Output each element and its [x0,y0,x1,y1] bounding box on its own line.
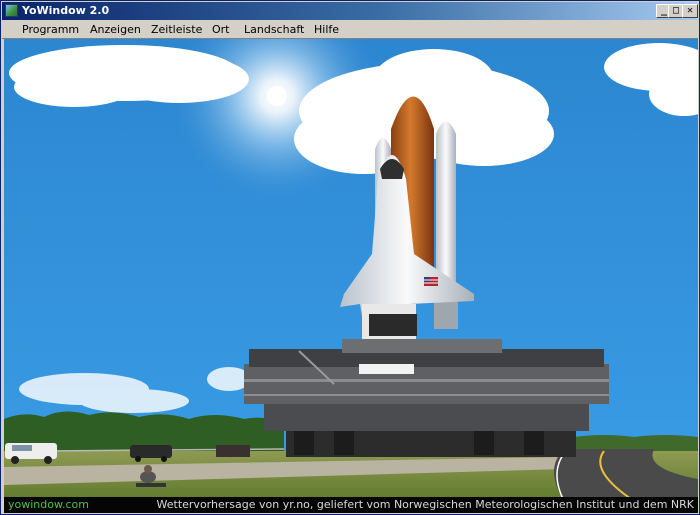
forecast-credit[interactable]: Wettervorhersage von yr.no, geliefert vo… [157,498,694,511]
landscape-illustration [4,39,698,513]
menu-ort[interactable]: Ort [212,23,230,36]
weather-scene[interactable]: yowindow.com Wettervorhersage von yr.no,… [4,39,698,513]
menu-programm[interactable]: Programm [22,23,79,36]
title-bar[interactable]: YoWindow 2.0 _ □ ✕ [2,2,698,20]
sun-icon [267,86,287,106]
yowindow-app-icon[interactable] [5,4,18,17]
menu-anzeigen[interactable]: Anzeigen [90,23,141,36]
window-title: YoWindow 2.0 [22,4,110,17]
menu-landschaft[interactable]: Landschaft [244,23,304,36]
app-window: YoWindow 2.0 _ □ ✕ Programm Anzeigen Zei… [0,0,700,515]
yowindow-website-link[interactable]: yowindow.com [8,498,89,511]
status-bar: yowindow.com Wettervorhersage von yr.no,… [4,497,698,513]
dark-truck [216,445,250,457]
menu-bar: Programm Anzeigen Zeitleiste Ort Landsch… [2,21,698,39]
crawler-transporter [244,339,609,457]
menu-hilfe[interactable]: Hilfe [314,23,339,36]
menu-zeitleiste[interactable]: Zeitleiste [151,23,202,36]
close-button[interactable]: ✕ [682,4,698,18]
